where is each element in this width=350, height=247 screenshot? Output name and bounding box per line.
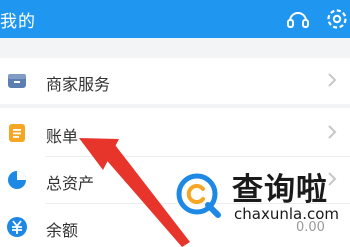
- customer-service-icon[interactable]: [285, 6, 311, 32]
- settings-icon[interactable]: [324, 6, 350, 32]
- balance-icon: [7, 217, 27, 237]
- chevron-right-icon: [328, 125, 337, 139]
- menu-item-label: 总资产: [46, 174, 95, 193]
- menu-item-label: 余额: [46, 221, 79, 240]
- section-separator: [0, 38, 350, 58]
- menu-item-bill[interactable]: 账单: [0, 110, 350, 156]
- menu-item-merchant-service[interactable]: 商家服务: [0, 58, 350, 104]
- total-assets-icon: [8, 171, 26, 189]
- merchant-service-icon: [8, 74, 26, 88]
- top-header: 我的: [0, 0, 350, 38]
- menu-item-label: 商家服务: [46, 75, 111, 94]
- page-title: 我的: [0, 12, 36, 32]
- chevron-right-icon: [328, 73, 337, 87]
- menu-item-label: 账单: [46, 127, 79, 146]
- section-separator: [0, 104, 350, 108]
- watermark-title: 查询啦: [232, 172, 328, 208]
- bill-icon: [9, 124, 25, 142]
- watermark-logo-icon: [175, 172, 221, 218]
- watermark-url: chaxunla.com: [234, 205, 339, 223]
